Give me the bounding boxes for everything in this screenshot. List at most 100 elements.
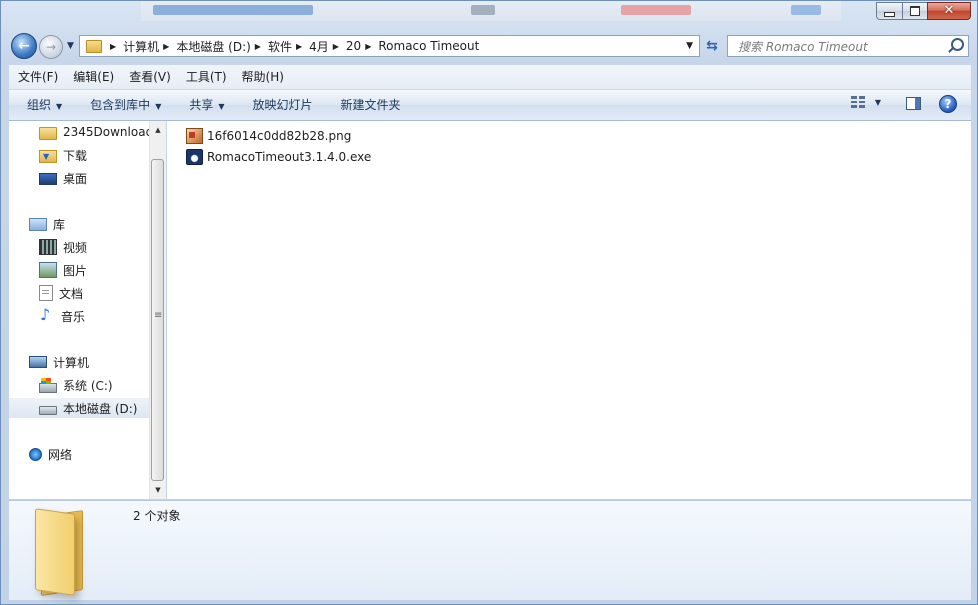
search-icon[interactable]: [951, 38, 964, 51]
back-button[interactable]: ←: [11, 33, 37, 59]
exe-file-icon: [186, 149, 203, 165]
nav-item-label: 2345Downloads: [63, 125, 149, 139]
breadcrumb-label: 软件: [267, 39, 292, 54]
new-folder-button[interactable]: 新建文件夹: [327, 91, 415, 119]
forward-button[interactable]: →: [39, 35, 63, 59]
png-file-icon: [186, 128, 203, 144]
desktop-icon: [39, 172, 57, 185]
slideshow-button[interactable]: 放映幻灯片: [239, 91, 327, 119]
file-list: 16f6014c0dd82b28.png RomacoTimeout3.1.4.…: [167, 121, 971, 499]
scroll-down-arrow-icon[interactable]: ▼: [152, 483, 164, 497]
breadcrumb-20[interactable]: 20 ▶: [346, 36, 378, 56]
nav-item-label: 本地磁盘 (D:): [63, 401, 138, 416]
menu-edit[interactable]: 编辑(E): [64, 66, 120, 88]
breadcrumb-label: 本地磁盘 (D:): [176, 39, 251, 54]
folder-icon: [39, 126, 57, 140]
organize-button[interactable]: 组织 ▼: [9, 91, 76, 119]
navigation-row: ← → ▼ ▶ 计算机 ▶ 本地磁盘 (D:) ▶ 软件 ▶ 4月 ▶ 20 ▶ Roma…: [9, 33, 971, 61]
maximize-icon: [910, 6, 920, 16]
share-label: 共享: [189, 98, 214, 112]
back-arrow-icon: ←: [18, 38, 30, 54]
menu-view[interactable]: 查看(V): [120, 66, 177, 88]
documents-library-icon: [39, 285, 53, 301]
view-grid-icon: [850, 96, 865, 108]
breadcrumb-label: 计算机: [123, 39, 160, 54]
nav-item-network[interactable]: 网络: [29, 444, 149, 464]
menu-bar: 文件(F) 编辑(E) 查看(V) 工具(T) 帮助(H): [9, 65, 971, 90]
chevron-right-icon: ▶: [163, 41, 170, 51]
local-drive-icon: [39, 405, 57, 415]
nav-item-videos[interactable]: 视频: [39, 237, 149, 257]
recent-pages-dropdown[interactable]: ▼: [67, 41, 74, 51]
breadcrumb-label: Romaco Timeout: [378, 39, 480, 53]
chevron-right-icon: ▶: [332, 41, 339, 51]
explorer-window: ✕ ← → ▼ ▶ 计算机 ▶ 本地磁盘 (D:) ▶ 软件 ▶ 4月 ▶ 20 ▶ Ro…: [0, 0, 978, 605]
chevron-right-icon: ▶: [295, 41, 303, 51]
breadcrumb-root-arrow[interactable]: ▶: [106, 36, 123, 56]
pictures-library-icon: [39, 262, 57, 278]
file-item-exe[interactable]: RomacoTimeout3.1.4.0.exe: [186, 147, 371, 167]
computer-icon: [29, 356, 47, 368]
file-item-png[interactable]: 16f6014c0dd82b28.png: [186, 126, 351, 146]
command-bar: 组织 ▼ 包含到库中 ▼ 共享 ▼ 放映幻灯片 新建文件夹 ▼ ?: [9, 90, 971, 121]
menu-file[interactable]: 文件(F): [9, 66, 64, 88]
breadcrumb-april[interactable]: 4月 ▶: [309, 36, 346, 56]
nav-item-label: 图片: [63, 263, 88, 278]
window-caption-buttons: ✕: [876, 2, 971, 22]
minimize-icon: [884, 11, 895, 17]
include-in-library-label: 包含到库中: [90, 98, 151, 112]
scroll-up-arrow-icon[interactable]: ▲: [152, 123, 164, 137]
nav-item-drive-c[interactable]: 系统 (C:): [39, 375, 149, 395]
nav-item-libraries[interactable]: 库: [29, 214, 149, 234]
nav-item-downloads[interactable]: 下载: [39, 145, 149, 165]
nav-item-computer[interactable]: 计算机: [29, 352, 149, 372]
video-library-icon: [39, 239, 57, 255]
nav-item-desktop[interactable]: 桌面: [39, 168, 149, 188]
background-page-strip: [141, 1, 841, 21]
nav-item-documents[interactable]: 文档: [39, 283, 149, 303]
include-in-library-button[interactable]: 包含到库中 ▼: [76, 91, 175, 119]
menu-tools[interactable]: 工具(T): [177, 66, 233, 88]
nav-item-label: 下载: [63, 148, 88, 163]
breadcrumb-label: 4月: [309, 39, 329, 54]
file-name: RomacoTimeout3.1.4.0.exe: [207, 150, 372, 164]
menu-help[interactable]: 帮助(H): [233, 66, 290, 88]
slideshow-label: 放映幻灯片: [252, 98, 313, 112]
file-name: 16f6014c0dd82b28.png: [207, 129, 352, 143]
nav-item-2345downloads[interactable]: 2345Downloads: [39, 122, 149, 142]
search-input[interactable]: [736, 37, 940, 57]
breadcrumb-drive-d[interactable]: 本地磁盘 (D:) ▶: [176, 36, 268, 56]
nav-item-label: 文档: [59, 286, 84, 301]
close-icon: ✕: [943, 3, 955, 18]
address-bar[interactable]: ▶ 计算机 ▶ 本地磁盘 (D:) ▶ 软件 ▶ 4月 ▶ 20 ▶ Romaco Tim…: [79, 35, 700, 57]
help-icon[interactable]: ?: [939, 95, 957, 113]
change-view-button[interactable]: ▼: [850, 96, 881, 108]
scroll-thumb[interactable]: [151, 159, 164, 481]
share-button[interactable]: 共享 ▼: [175, 91, 238, 119]
close-button[interactable]: ✕: [927, 2, 971, 20]
breadcrumb-software[interactable]: 软件 ▶: [268, 36, 309, 56]
large-folder-icon: [33, 507, 95, 596]
nav-item-pictures[interactable]: 图片: [39, 260, 149, 280]
minimize-button[interactable]: [876, 2, 902, 20]
refresh-button[interactable]: ⇆: [701, 35, 723, 57]
nav-item-label: 库: [53, 217, 66, 232]
system-drive-icon: [39, 377, 57, 393]
nav-item-label: 视频: [63, 240, 88, 255]
breadcrumb-computer[interactable]: 计算机 ▶: [123, 36, 176, 56]
preview-pane-icon[interactable]: [906, 97, 921, 110]
nav-item-label: 系统 (C:): [63, 378, 113, 393]
nav-item-music[interactable]: 音乐: [39, 305, 149, 326]
nav-pane-scrollbar[interactable]: ▲ ▼: [149, 121, 166, 499]
search-box[interactable]: [727, 35, 969, 57]
folder-icon: [86, 39, 102, 53]
breadcrumb-romaco-timeout[interactable]: Romaco Timeout: [378, 36, 479, 56]
nav-item-label: 桌面: [63, 171, 88, 186]
maximize-button[interactable]: [902, 2, 927, 20]
chevron-down-icon: ▼: [218, 102, 225, 111]
music-library-icon: [39, 305, 55, 324]
address-dropdown-icon[interactable]: ▼: [686, 41, 693, 51]
chevron-down-icon: ▼: [67, 41, 74, 51]
nav-item-label: 音乐: [61, 309, 86, 324]
nav-item-drive-d[interactable]: 本地磁盘 (D:): [9, 398, 149, 418]
